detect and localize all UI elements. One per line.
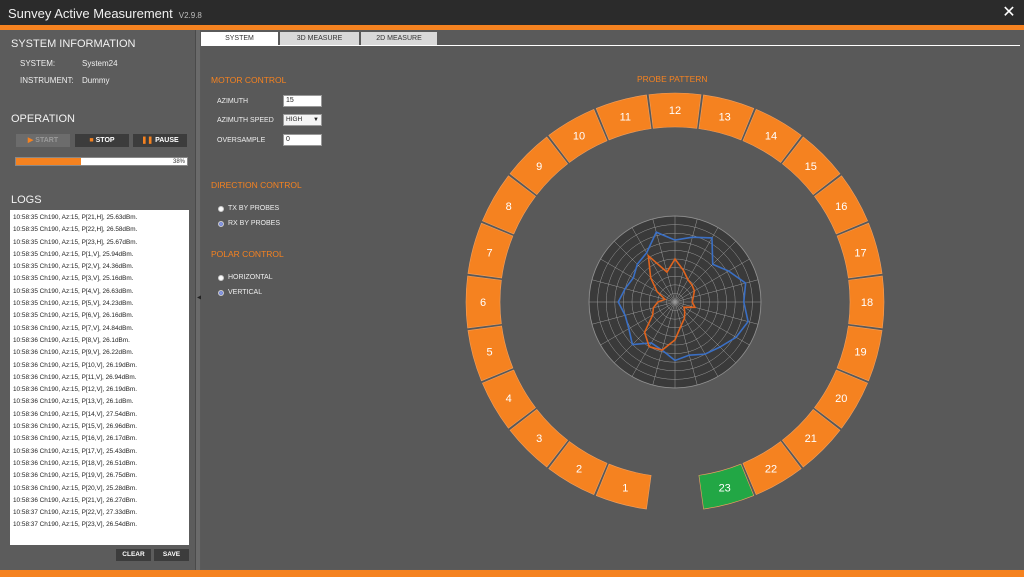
system-label: SYSTEM: (20, 59, 56, 68)
progress-bar: 38% (15, 157, 188, 166)
operation-heading: OPERATION (11, 113, 75, 125)
title-bar: Sunvey Active Measurement V2.9.8 ✕ (0, 0, 1024, 28)
panel-splitter[interactable]: ◀ (195, 30, 202, 570)
probe-label: 22 (765, 463, 777, 475)
log-line: 10:58:36 Ch190, Az:15, P[18,V], 26.51dBm… (13, 459, 137, 467)
log-line: 10:58:35 Ch190, Az:15, P[2,V], 24.36dBm. (13, 263, 134, 271)
left-panel: SYSTEM INFORMATION SYSTEM: System24 INST… (0, 30, 196, 570)
pause-button-label: PAUSE (155, 137, 179, 144)
probe-label: 21 (805, 433, 817, 445)
log-line: 10:58:35 Ch190, Az:15, P[22,H], 26.58dBm… (13, 226, 138, 234)
progress-fill (16, 158, 81, 165)
instrument-label: INSTRUMENT: (20, 76, 74, 85)
probe-label: 17 (854, 247, 866, 259)
save-button[interactable]: SAVE (154, 549, 189, 561)
start-button-label: START (35, 137, 59, 144)
stop-icon: ■ (89, 137, 94, 144)
probe-label: 8 (506, 201, 512, 213)
probe-label: 11 (620, 112, 631, 124)
log-line: 10:58:36 Ch190, Az:15, P[14,V], 27.54dBm… (13, 410, 137, 418)
system-info-heading: SYSTEM INFORMATION (11, 38, 136, 50)
system-value: System24 (82, 59, 118, 68)
probe-label: 14 (765, 131, 777, 143)
stop-button[interactable]: ■ STOP (75, 134, 129, 147)
logs-heading: LOGS (11, 194, 42, 206)
progress-text: 38% (172, 159, 185, 165)
log-line: 10:58:35 Ch190, Az:15, P[23,H], 25.67dBm… (13, 238, 138, 246)
probe-label: 16 (835, 201, 847, 213)
log-line: 10:58:37 Ch190, Az:15, P[23,V], 26.54dBm… (13, 521, 137, 529)
instrument-value: Dummy (82, 76, 110, 85)
close-icon[interactable]: ✕ (1000, 4, 1018, 22)
probe-label: 15 (805, 161, 817, 173)
tab-system[interactable]: SYSTEM (201, 32, 278, 46)
pause-icon: ❚❚ (141, 137, 154, 144)
app-window: Sunvey Active Measurement V2.9.8 ✕ SYSTEM… (0, 0, 1024, 577)
probe-label: 6 (480, 297, 486, 309)
log-line: 10:58:35 Ch190, Az:15, P[4,V], 26.63dBm. (13, 287, 134, 295)
probe-label: 4 (506, 393, 512, 405)
probe-pattern-chart: 1234567891011121314151617181920212223 (465, 92, 885, 510)
log-line: 10:58:36 Ch190, Az:15, P[15,V], 26.96dBm… (13, 423, 137, 431)
log-line: 10:58:35 Ch190, Az:15, P[3,V], 25.16dBm. (13, 275, 134, 283)
probe-label: 18 (861, 297, 873, 309)
system-tab-content: MOTOR CONTROL AZIMUTH 15 AZIMUTH SPEED H… (201, 46, 1020, 569)
log-line: 10:58:36 Ch190, Az:15, P[19,V], 26.75dBm… (13, 472, 137, 480)
accent-strip-bottom (0, 570, 1024, 577)
logs-list[interactable]: 10:58:35 Ch190, Az:15, P[21,H], 25.63dBm… (10, 210, 189, 545)
log-line: 10:58:36 Ch190, Az:15, P[7,V], 24.84dBm. (13, 324, 134, 332)
tab-2d-measure[interactable]: 2D MEASURE (361, 32, 437, 46)
probe-label: 20 (835, 393, 847, 405)
log-line: 10:58:35 Ch190, Az:15, P[21,H], 25.63dBm… (13, 214, 138, 221)
play-icon: ▶ (27, 137, 34, 144)
clear-button[interactable]: CLEAR (116, 549, 151, 561)
log-line: 10:58:37 Ch190, Az:15, P[22,V], 27.33dBm… (13, 509, 137, 517)
log-line: 10:58:36 Ch190, Az:15, P[9,V], 26.22dBm. (13, 349, 134, 357)
log-line: 10:58:36 Ch190, Az:15, P[13,V], 26.1dBm. (13, 398, 134, 406)
log-line: 10:58:36 Ch190, Az:15, P[21,V], 26.27dBm… (13, 496, 137, 504)
log-line: 10:58:36 Ch190, Az:15, P[11,V], 26.94dBm… (13, 373, 137, 381)
probe-label: 19 (854, 347, 866, 359)
app-title: Sunvey Active Measurement V2.9.8 (8, 6, 202, 21)
log-line: 10:58:35 Ch190, Az:15, P[6,V], 26.16dBm. (13, 312, 134, 320)
log-line: 10:58:36 Ch190, Az:15, P[10,V], 26.19dBm… (13, 361, 137, 369)
probe-label: 13 (719, 112, 731, 124)
app-title-text: Sunvey Active Measurement (8, 6, 173, 21)
probe-label: 5 (486, 347, 492, 359)
stop-button-label: STOP (95, 137, 115, 144)
log-line: 10:58:35 Ch190, Az:15, P[1,V], 25.94dBm. (13, 250, 134, 258)
log-line: 10:58:36 Ch190, Az:15, P[17,V], 25.43dBm… (13, 447, 137, 455)
log-line: 10:58:36 Ch190, Az:15, P[16,V], 26.17dBm… (13, 435, 137, 443)
log-line: 10:58:36 Ch190, Az:15, P[8,V], 26.1dBm. (13, 336, 130, 344)
probe-label: 12 (669, 105, 681, 117)
probe-label: 10 (573, 131, 585, 143)
probe-label: 23 (719, 482, 731, 494)
pause-button[interactable]: ❚❚ PAUSE (133, 134, 187, 147)
tab-3d-measure[interactable]: 3D MEASURE (280, 32, 359, 46)
log-line: 10:58:36 Ch190, Az:15, P[20,V], 25.28dBm… (13, 484, 137, 492)
start-button[interactable]: ▶ START (16, 134, 70, 147)
probe-label: 3 (536, 433, 542, 445)
app-version: V2.9.8 (178, 11, 202, 20)
log-line: 10:58:36 Ch190, Az:15, P[12,V], 26.19dBm… (13, 386, 137, 394)
probe-label: 2 (576, 463, 582, 475)
probe-label: 7 (486, 247, 492, 259)
probe-label: 9 (536, 161, 542, 173)
log-line: 10:58:35 Ch190, Az:15, P[5,V], 24.23dBm. (13, 300, 134, 308)
probe-label: 1 (622, 482, 628, 494)
